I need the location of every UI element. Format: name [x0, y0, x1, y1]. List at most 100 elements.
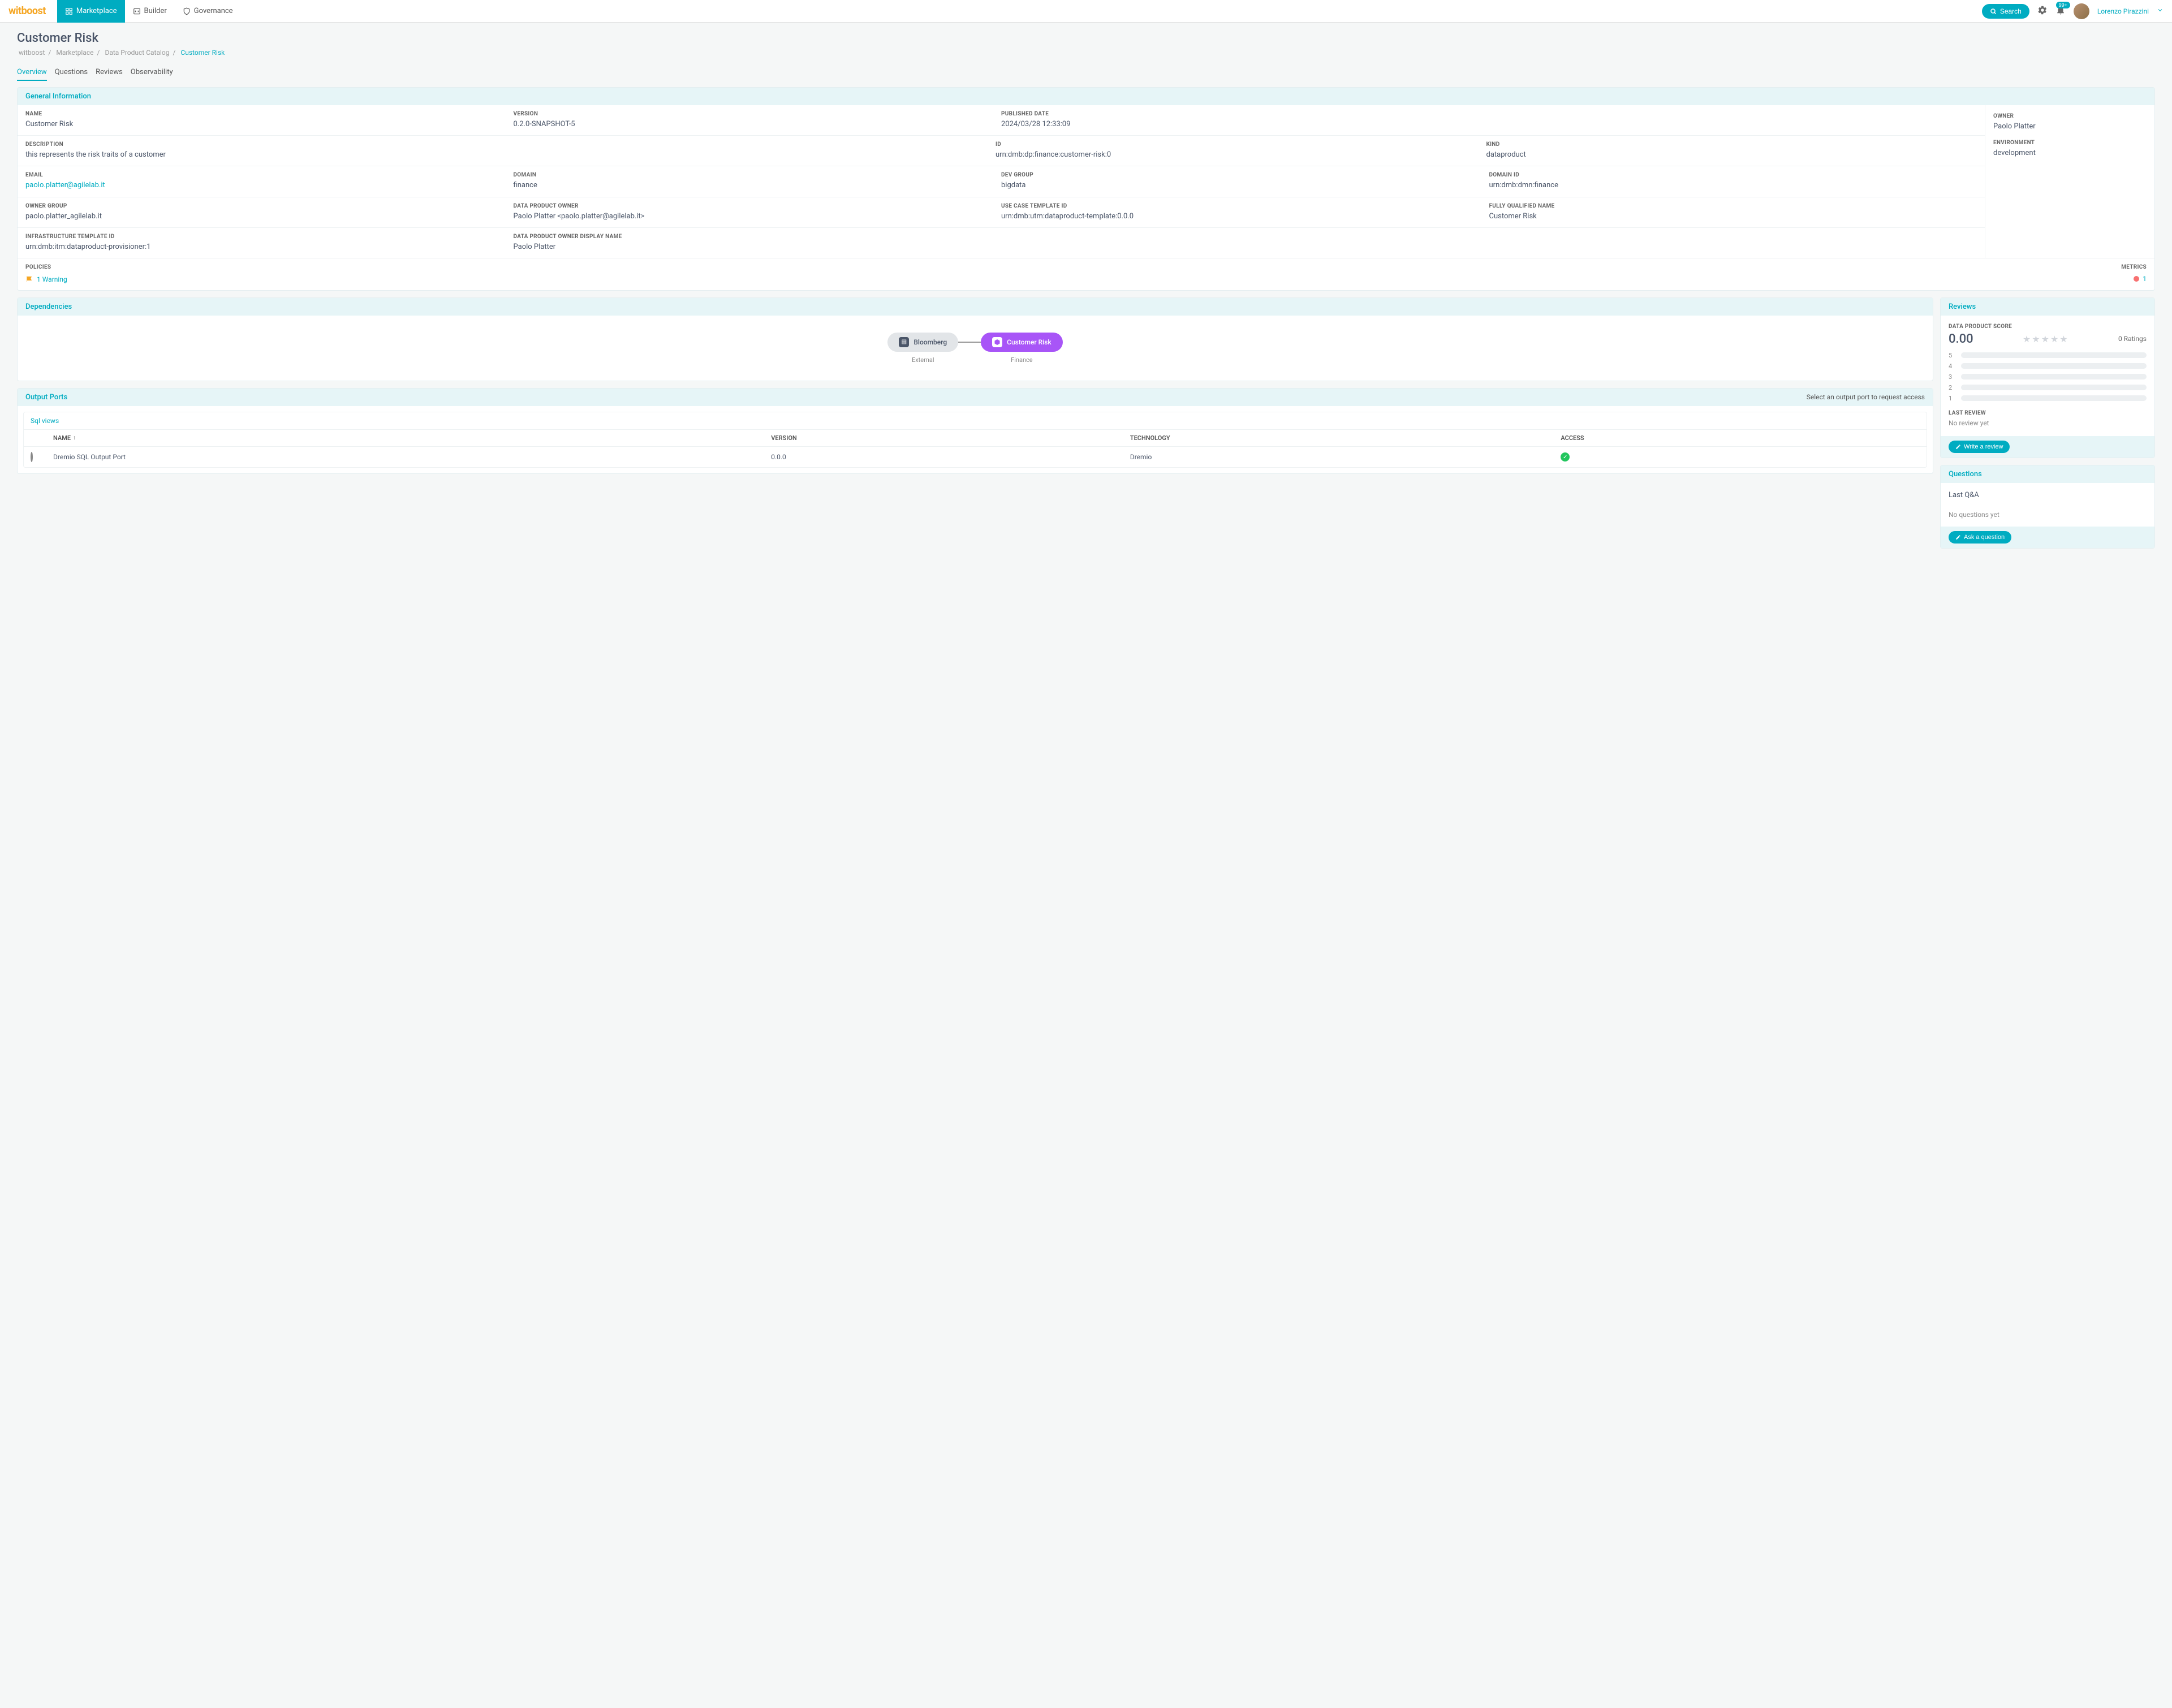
nav-governance-label: Governance: [194, 7, 233, 15]
nav-builder[interactable]: Builder: [125, 0, 175, 23]
general-info-header: General Information: [18, 88, 2154, 105]
check-icon: ✓: [1561, 452, 1570, 461]
questions-card: Questions Last Q&A No questions yet Ask …: [1940, 465, 2155, 549]
value-owner: Paolo Platter: [1993, 122, 2147, 132]
ports-subhead: Sql views: [24, 412, 1927, 430]
score-value: 0.00: [1949, 332, 1973, 346]
grid-icon: [65, 7, 73, 15]
hexagon-icon: [992, 337, 1002, 347]
flag-icon: [25, 275, 33, 284]
rating-1-bar: [1961, 395, 2147, 401]
general-info-card: General Information NAME Customer Risk VE…: [17, 87, 2155, 291]
sort-arrow-icon: ↑: [73, 435, 76, 441]
label-id: ID: [996, 141, 1475, 148]
notifications-button[interactable]: 99+: [2055, 5, 2066, 17]
last-qa-label: Last Q&A: [1949, 491, 2147, 499]
value-published: 2024/03/28 12:33:09: [1001, 119, 1478, 130]
crumb-marketplace[interactable]: Marketplace: [56, 49, 93, 57]
dep-connector: [958, 342, 981, 343]
label-email: EMAIL: [25, 172, 502, 178]
col-tech-header[interactable]: TECHNOLOGY: [1130, 434, 1561, 442]
dep-node-bloomberg[interactable]: ▤ Bloomberg External: [887, 333, 958, 364]
avatar[interactable]: [2074, 3, 2089, 19]
general-info-main: NAME Customer Risk VERSION 0.2.0-SNAPSHOT-…: [18, 105, 1985, 258]
label-domainid: DOMAIN ID: [1489, 172, 1966, 178]
breadcrumb: witboost/ Marketplace/ Data Product Cata…: [17, 49, 2155, 57]
dep-node2-label: Customer Risk: [1007, 338, 1051, 346]
label-owner: OWNER: [1993, 113, 2147, 119]
gear-icon: [2037, 5, 2048, 15]
policies-metrics-row: POLICIES 1 Warning METRICS 1: [18, 258, 2154, 290]
last-review-none: No review yet: [1949, 419, 2147, 428]
label-published: PUBLISHED DATE: [1001, 111, 1478, 117]
logo: witboost: [8, 5, 46, 17]
label-dpodn: DATA PRODUCT OWNER DISPLAY NAME: [514, 234, 990, 240]
label-version: VERSION: [514, 111, 990, 117]
tab-reviews[interactable]: Reviews: [96, 64, 123, 81]
label-ownergroup: OWNER GROUP: [25, 203, 502, 209]
ports-table-head: NAME ↑ VERSION TECHNOLOGY ACCESS: [24, 430, 1927, 447]
value-description: this represents the risk traits of a cus…: [25, 150, 984, 160]
value-dpo: Paolo Platter <paolo.platter@agilelab.it…: [514, 212, 990, 222]
tab-observability[interactable]: Observability: [131, 64, 173, 81]
tab-overview[interactable]: Overview: [17, 64, 47, 81]
rating-2-label: 2: [1949, 384, 1955, 391]
header-right: Search 99+ Lorenzo Pirazzini: [1982, 3, 2164, 19]
col-version-header[interactable]: VERSION: [771, 434, 1130, 442]
pencil-icon: [1955, 534, 1961, 540]
value-fqn: Customer Risk: [1489, 212, 1966, 222]
app-header: witboost Marketplace Builder Governance …: [0, 0, 2172, 23]
page: Customer Risk witboost/ Marketplace/ Dat…: [0, 23, 2172, 564]
col-name-header[interactable]: NAME ↑: [53, 434, 771, 442]
settings-button[interactable]: [2037, 5, 2048, 17]
metrics-count[interactable]: 1: [2134, 275, 2147, 283]
label-env: ENVIRONMENT: [1993, 140, 2147, 146]
label-metrics: METRICS: [2121, 264, 2147, 270]
dep-node-customer-risk[interactable]: Customer Risk Finance: [981, 333, 1063, 364]
value-id: urn:dmb:dp:finance:customer-risk:0: [996, 150, 1475, 160]
label-infra: INFRASTRUCTURE TEMPLATE ID: [25, 234, 502, 240]
label-usecase: USE CASE TEMPLATE ID: [1001, 203, 1478, 209]
value-dpodn: Paolo Platter: [514, 242, 990, 252]
label-name: NAME: [25, 111, 502, 117]
value-domain: finance: [514, 180, 990, 191]
label-kind: KIND: [1486, 141, 1966, 148]
search-icon: [1990, 8, 1997, 15]
value-domainid: urn:dmb:dmn:finance: [1489, 180, 1966, 191]
code-icon: [133, 7, 141, 15]
nav-marketplace[interactable]: Marketplace: [57, 0, 125, 23]
label-description: DESCRIPTION: [25, 141, 984, 148]
reviews-card: Reviews DATA PRODUCT SCORE 0.00 ★★★★★ 0 …: [1940, 297, 2155, 458]
chevron-down-icon[interactable]: [2157, 7, 2164, 16]
value-version: 0.2.0-SNAPSHOT-5: [514, 119, 990, 130]
output-ports-title: Output Ports: [25, 393, 67, 402]
policies-warning[interactable]: 1 Warning: [25, 275, 67, 284]
crumb-catalog[interactable]: Data Product Catalog: [105, 49, 169, 57]
dep-node1-label: Bloomberg: [913, 338, 947, 346]
ask-question-button[interactable]: Ask a question: [1949, 531, 2011, 544]
rating-4-label: 4: [1949, 363, 1955, 370]
label-domain: DOMAIN: [514, 172, 990, 178]
page-tabs: Overview Questions Reviews Observability: [17, 64, 2155, 81]
nav-governance[interactable]: Governance: [175, 0, 241, 23]
stars-icon: ★★★★★: [2023, 334, 2069, 344]
radio-icon[interactable]: [31, 452, 33, 462]
ports-table-row[interactable]: Dremio SQL Output Port 0.0.0 Dremio ✓: [24, 447, 1927, 468]
crumb-current: Customer Risk: [180, 49, 225, 57]
metrics-count-text: 1: [2143, 275, 2147, 283]
username[interactable]: Lorenzo Pirazzini: [2097, 7, 2149, 15]
score-label: DATA PRODUCT SCORE: [1949, 324, 2147, 330]
reviews-header: Reviews: [1941, 298, 2154, 316]
dep-node2-sub: Finance: [1011, 356, 1032, 364]
search-button[interactable]: Search: [1982, 4, 2029, 19]
tab-questions[interactable]: Questions: [55, 64, 88, 81]
output-ports-card: Output Ports Select an output port to re…: [17, 388, 1933, 475]
dependencies-body: ▤ Bloomberg External Customer Ri: [18, 316, 1933, 381]
value-email[interactable]: paolo.platter@agilelab.it: [25, 180, 502, 191]
crumb-root[interactable]: witboost: [19, 49, 45, 57]
col-access-header[interactable]: ACCESS: [1561, 434, 1920, 442]
dependencies-card: Dependencies ▤ Bloomberg External: [17, 297, 1933, 381]
write-review-button[interactable]: Write a review: [1949, 441, 2010, 453]
rating-1-label: 1: [1949, 395, 1955, 402]
output-ports-header: Output Ports Select an output port to re…: [18, 389, 1933, 406]
